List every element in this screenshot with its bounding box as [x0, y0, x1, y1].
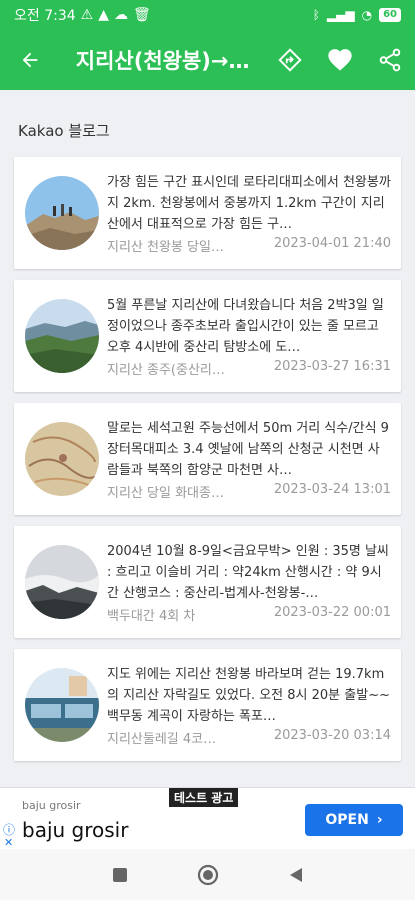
app-bar: 지리산(천왕봉)→…: [0, 30, 415, 90]
post-source: 지리산 당일 화대종…: [107, 485, 224, 501]
post-source: 지리산 종주(중산리…: [107, 362, 225, 378]
thumbnail-image: [25, 422, 99, 496]
section-title: Kakao 블로그: [18, 122, 110, 140]
close-icon[interactable]: ✕: [4, 836, 13, 849]
blog-card[interactable]: 말로는 세석고원 주능선에서 50m 거리 식수/간식 9 장터목대피소 3.4…: [14, 403, 401, 515]
post-date: 2023-03-22 00:01: [273, 604, 391, 620]
post-source: 지리산둘레길 4코…: [107, 731, 217, 747]
thumbnail-image: [25, 545, 99, 619]
warning-icon: ▲: [98, 7, 109, 23]
ad-open-label: OPEN: [325, 812, 369, 828]
chevron-right-icon: ›: [376, 812, 383, 828]
warning-icon: ⚠: [80, 7, 94, 23]
thumbnail-image: [25, 299, 99, 373]
bluetooth-icon: ᛒ: [312, 8, 320, 22]
post-excerpt: 지도 위에는 지리산 천왕봉 바라보며 걷는 19.7km의 지리산 자락길도 …: [107, 666, 390, 724]
post-excerpt: 말로는 세석고원 주능선에서 50m 거리 식수/간식 9 장터목대피소 3.4…: [107, 420, 389, 478]
thumbnail-image: [25, 176, 99, 250]
battery-icon: 60: [379, 8, 401, 22]
back-button[interactable]: [0, 30, 60, 90]
ad-advertiser-name: baju grosir: [22, 818, 129, 842]
post-date: 2023-03-20 03:14: [273, 727, 391, 743]
cloud-icon: ☁: [114, 7, 128, 23]
share-button[interactable]: [365, 30, 415, 90]
ad-advertiser-small: baju grosir: [22, 799, 81, 812]
back-triangle-icon[interactable]: [287, 866, 305, 884]
favorite-button[interactable]: [315, 30, 365, 90]
recents-icon[interactable]: [111, 866, 129, 884]
post-source: 지리산 천왕봉 당일…: [107, 239, 224, 255]
page-title: 지리산(천왕봉)→…: [75, 49, 250, 73]
post-excerpt: 2004년 10월 8-9일<금요무박> 인원 : 35명 날씨 : 흐리고 이…: [107, 543, 389, 601]
post-date: 2023-03-24 13:01: [273, 481, 391, 497]
directions-icon: [278, 48, 302, 72]
directions-button[interactable]: [265, 30, 315, 90]
home-icon[interactable]: [197, 864, 219, 886]
thumbnail-image: [25, 668, 99, 742]
post-excerpt: 5월 푸른날 지리산에 다녀왔습니다 처음 2박3일 일정이었으나 종주초보라 …: [107, 297, 384, 355]
arrow-left-icon: [22, 52, 38, 68]
wifi-icon: ◔: [361, 8, 373, 22]
blog-card[interactable]: 2004년 10월 8-9일<금요무박> 인원 : 35명 날씨 : 흐리고 이…: [14, 526, 401, 638]
blog-card[interactable]: 지도 위에는 지리산 천왕봉 바라보며 걷는 19.7km의 지리산 자락길도 …: [14, 649, 401, 761]
ad-banner[interactable]: 테스트 광고 baju grosir ⓘ ✕ baju grosir OPEN …: [0, 787, 415, 849]
post-date: 2023-03-27 16:31: [273, 358, 391, 374]
system-nav-bar: [0, 849, 415, 900]
share-icon: [379, 48, 401, 72]
trash-icon: 🗑: [133, 7, 151, 23]
blog-list: 가장 힘든 구간 표시인데 로타리대피소에서 천왕봉까지 2km. 천왕봉에서 …: [14, 157, 401, 772]
ad-open-button[interactable]: OPEN ›: [305, 804, 403, 836]
status-bar: 오전 7:34 ⚠ ▲ ☁ 🗑 ᛒ ▂▄▆ ◔ 60: [0, 0, 415, 30]
status-time: 오전 7:34: [14, 8, 76, 24]
signal-icon: ▂▄▆: [326, 8, 355, 22]
blog-card[interactable]: 가장 힘든 구간 표시인데 로타리대피소에서 천왕봉까지 2km. 천왕봉에서 …: [14, 157, 401, 269]
heart-icon: [328, 49, 352, 71]
test-ad-label: 테스트 광고: [169, 788, 239, 807]
post-source: 백두대간 4회 차: [107, 608, 196, 624]
post-excerpt: 가장 힘든 구간 표시인데 로타리대피소에서 천왕봉까지 2km. 천왕봉에서 …: [107, 174, 391, 232]
post-date: 2023-04-01 21:40: [273, 235, 391, 251]
blog-card[interactable]: 5월 푸른날 지리산에 다녀왔습니다 처음 2박3일 일정이었으나 종주초보라 …: [14, 280, 401, 392]
